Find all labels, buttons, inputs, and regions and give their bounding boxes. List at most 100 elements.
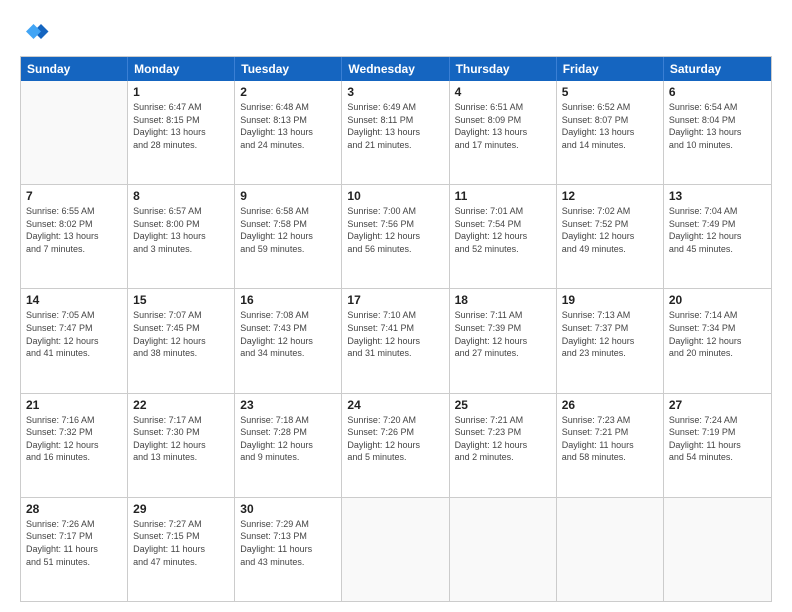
- cell-info: Sunrise: 7:14 AM Sunset: 7:34 PM Dayligh…: [669, 309, 766, 359]
- day-number: 21: [26, 398, 122, 412]
- day-number: 11: [455, 189, 551, 203]
- cell-info: Sunrise: 7:08 AM Sunset: 7:43 PM Dayligh…: [240, 309, 336, 359]
- cell-info: Sunrise: 7:17 AM Sunset: 7:30 PM Dayligh…: [133, 414, 229, 464]
- day-number: 20: [669, 293, 766, 307]
- cal-cell: 15Sunrise: 7:07 AM Sunset: 7:45 PM Dayli…: [128, 289, 235, 392]
- day-number: 13: [669, 189, 766, 203]
- cell-info: Sunrise: 6:54 AM Sunset: 8:04 PM Dayligh…: [669, 101, 766, 151]
- header-day-tuesday: Tuesday: [235, 57, 342, 81]
- day-number: 26: [562, 398, 658, 412]
- cal-cell: [21, 81, 128, 184]
- cell-info: Sunrise: 7:18 AM Sunset: 7:28 PM Dayligh…: [240, 414, 336, 464]
- cal-cell: 16 Sunrise: 7:08 AM Sunset: 7:43 PM Dayli…: [235, 289, 342, 392]
- cal-row-4: 21 Sunrise: 7:16 AM Sunset: 7:32 PM Dayli…: [21, 393, 771, 497]
- cal-cell: 12 Sunrise: 7:02 AM Sunset: 7:52 PM Dayli…: [557, 185, 664, 288]
- cell-info: Sunrise: 7:13 AM Sunset: 7:37 PM Dayligh…: [562, 309, 658, 359]
- cal-cell: 7Sunrise: 6:55 AM Sunset: 8:02 PM Daylig…: [21, 185, 128, 288]
- cal-cell: 8Sunrise: 6:57 AM Sunset: 8:00 PM Daylig…: [128, 185, 235, 288]
- day-number: 10: [347, 189, 443, 203]
- cal-cell: 18Sunrise: 7:11 AM Sunset: 7:39 PM Dayli…: [450, 289, 557, 392]
- cal-row-2: 7Sunrise: 6:55 AM Sunset: 8:02 PM Daylig…: [21, 184, 771, 288]
- day-number: 23: [240, 398, 336, 412]
- cell-info: Sunrise: 6:51 AM Sunset: 8:09 PM Dayligh…: [455, 101, 551, 151]
- cal-cell: 22 Sunrise: 7:17 AM Sunset: 7:30 PM Dayli…: [128, 394, 235, 497]
- header-day-friday: Friday: [557, 57, 664, 81]
- day-number: 2: [240, 85, 336, 99]
- header-day-sunday: Sunday: [21, 57, 128, 81]
- page: SundayMondayTuesdayWednesdayThursdayFrid…: [0, 0, 792, 612]
- day-number: 16: [240, 293, 336, 307]
- cal-cell: [557, 498, 664, 601]
- calendar: SundayMondayTuesdayWednesdayThursdayFrid…: [20, 56, 772, 602]
- cal-cell: 9 Sunrise: 6:58 AM Sunset: 7:58 PM Daylig…: [235, 185, 342, 288]
- cal-cell: 1Sunrise: 6:47 AM Sunset: 8:15 PM Daylig…: [128, 81, 235, 184]
- cal-cell: 23 Sunrise: 7:18 AM Sunset: 7:28 PM Dayli…: [235, 394, 342, 497]
- cal-cell: 3Sunrise: 6:49 AM Sunset: 8:11 PM Daylig…: [342, 81, 449, 184]
- day-number: 15: [133, 293, 229, 307]
- cell-info: Sunrise: 7:23 AM Sunset: 7:21 PM Dayligh…: [562, 414, 658, 464]
- day-number: 6: [669, 85, 766, 99]
- cell-info: Sunrise: 6:49 AM Sunset: 8:11 PM Dayligh…: [347, 101, 443, 151]
- cell-info: Sunrise: 6:57 AM Sunset: 8:00 PM Dayligh…: [133, 205, 229, 255]
- cell-info: Sunrise: 7:01 AM Sunset: 7:54 PM Dayligh…: [455, 205, 551, 255]
- day-number: 18: [455, 293, 551, 307]
- logo-icon: [20, 18, 50, 48]
- cal-cell: 19 Sunrise: 7:13 AM Sunset: 7:37 PM Dayli…: [557, 289, 664, 392]
- cal-cell: 30 Sunrise: 7:29 AM Sunset: 7:13 PM Dayli…: [235, 498, 342, 601]
- day-number: 29: [133, 502, 229, 516]
- cell-info: Sunrise: 7:00 AM Sunset: 7:56 PM Dayligh…: [347, 205, 443, 255]
- day-number: 1: [133, 85, 229, 99]
- cell-info: Sunrise: 7:27 AM Sunset: 7:15 PM Dayligh…: [133, 518, 229, 568]
- cal-cell: 2 Sunrise: 6:48 AM Sunset: 8:13 PM Daylig…: [235, 81, 342, 184]
- cal-cell: 14 Sunrise: 7:05 AM Sunset: 7:47 PM Dayli…: [21, 289, 128, 392]
- day-number: 12: [562, 189, 658, 203]
- cell-info: Sunrise: 7:10 AM Sunset: 7:41 PM Dayligh…: [347, 309, 443, 359]
- cal-cell: 27 Sunrise: 7:24 AM Sunset: 7:19 PM Dayli…: [664, 394, 771, 497]
- day-number: 25: [455, 398, 551, 412]
- cell-info: Sunrise: 7:24 AM Sunset: 7:19 PM Dayligh…: [669, 414, 766, 464]
- day-number: 14: [26, 293, 122, 307]
- cal-cell: 25 Sunrise: 7:21 AM Sunset: 7:23 PM Dayli…: [450, 394, 557, 497]
- cell-info: Sunrise: 7:29 AM Sunset: 7:13 PM Dayligh…: [240, 518, 336, 568]
- cell-info: Sunrise: 7:04 AM Sunset: 7:49 PM Dayligh…: [669, 205, 766, 255]
- cell-info: Sunrise: 6:55 AM Sunset: 8:02 PM Dayligh…: [26, 205, 122, 255]
- cell-info: Sunrise: 7:21 AM Sunset: 7:23 PM Dayligh…: [455, 414, 551, 464]
- cell-info: Sunrise: 7:20 AM Sunset: 7:26 PM Dayligh…: [347, 414, 443, 464]
- cal-row-1: 1Sunrise: 6:47 AM Sunset: 8:15 PM Daylig…: [21, 81, 771, 184]
- header-day-saturday: Saturday: [664, 57, 771, 81]
- day-number: 19: [562, 293, 658, 307]
- day-number: 22: [133, 398, 229, 412]
- cal-cell: 13 Sunrise: 7:04 AM Sunset: 7:49 PM Dayli…: [664, 185, 771, 288]
- cal-cell: [450, 498, 557, 601]
- cal-cell: 11 Sunrise: 7:01 AM Sunset: 7:54 PM Dayli…: [450, 185, 557, 288]
- cell-info: Sunrise: 7:05 AM Sunset: 7:47 PM Dayligh…: [26, 309, 122, 359]
- cell-info: Sunrise: 6:58 AM Sunset: 7:58 PM Dayligh…: [240, 205, 336, 255]
- cal-cell: [664, 498, 771, 601]
- day-number: 28: [26, 502, 122, 516]
- header-day-wednesday: Wednesday: [342, 57, 449, 81]
- day-number: 27: [669, 398, 766, 412]
- day-number: 4: [455, 85, 551, 99]
- cal-row-3: 14 Sunrise: 7:05 AM Sunset: 7:47 PM Dayli…: [21, 288, 771, 392]
- header-day-thursday: Thursday: [450, 57, 557, 81]
- cal-cell: 28 Sunrise: 7:26 AM Sunset: 7:17 PM Dayli…: [21, 498, 128, 601]
- cal-cell: 26 Sunrise: 7:23 AM Sunset: 7:21 PM Dayli…: [557, 394, 664, 497]
- cal-cell: 4 Sunrise: 6:51 AM Sunset: 8:09 PM Daylig…: [450, 81, 557, 184]
- calendar-header: SundayMondayTuesdayWednesdayThursdayFrid…: [21, 57, 771, 81]
- cell-info: Sunrise: 7:02 AM Sunset: 7:52 PM Dayligh…: [562, 205, 658, 255]
- cell-info: Sunrise: 6:52 AM Sunset: 8:07 PM Dayligh…: [562, 101, 658, 151]
- day-number: 24: [347, 398, 443, 412]
- day-number: 5: [562, 85, 658, 99]
- logo: [20, 18, 54, 48]
- cal-cell: 5 Sunrise: 6:52 AM Sunset: 8:07 PM Daylig…: [557, 81, 664, 184]
- cal-cell: [342, 498, 449, 601]
- cal-cell: 29 Sunrise: 7:27 AM Sunset: 7:15 PM Dayli…: [128, 498, 235, 601]
- cal-cell: 20 Sunrise: 7:14 AM Sunset: 7:34 PM Dayli…: [664, 289, 771, 392]
- header: [20, 18, 772, 48]
- day-number: 9: [240, 189, 336, 203]
- cell-info: Sunrise: 7:26 AM Sunset: 7:17 PM Dayligh…: [26, 518, 122, 568]
- cal-cell: 17Sunrise: 7:10 AM Sunset: 7:41 PM Dayli…: [342, 289, 449, 392]
- cell-info: Sunrise: 7:16 AM Sunset: 7:32 PM Dayligh…: [26, 414, 122, 464]
- cell-info: Sunrise: 6:48 AM Sunset: 8:13 PM Dayligh…: [240, 101, 336, 151]
- day-number: 30: [240, 502, 336, 516]
